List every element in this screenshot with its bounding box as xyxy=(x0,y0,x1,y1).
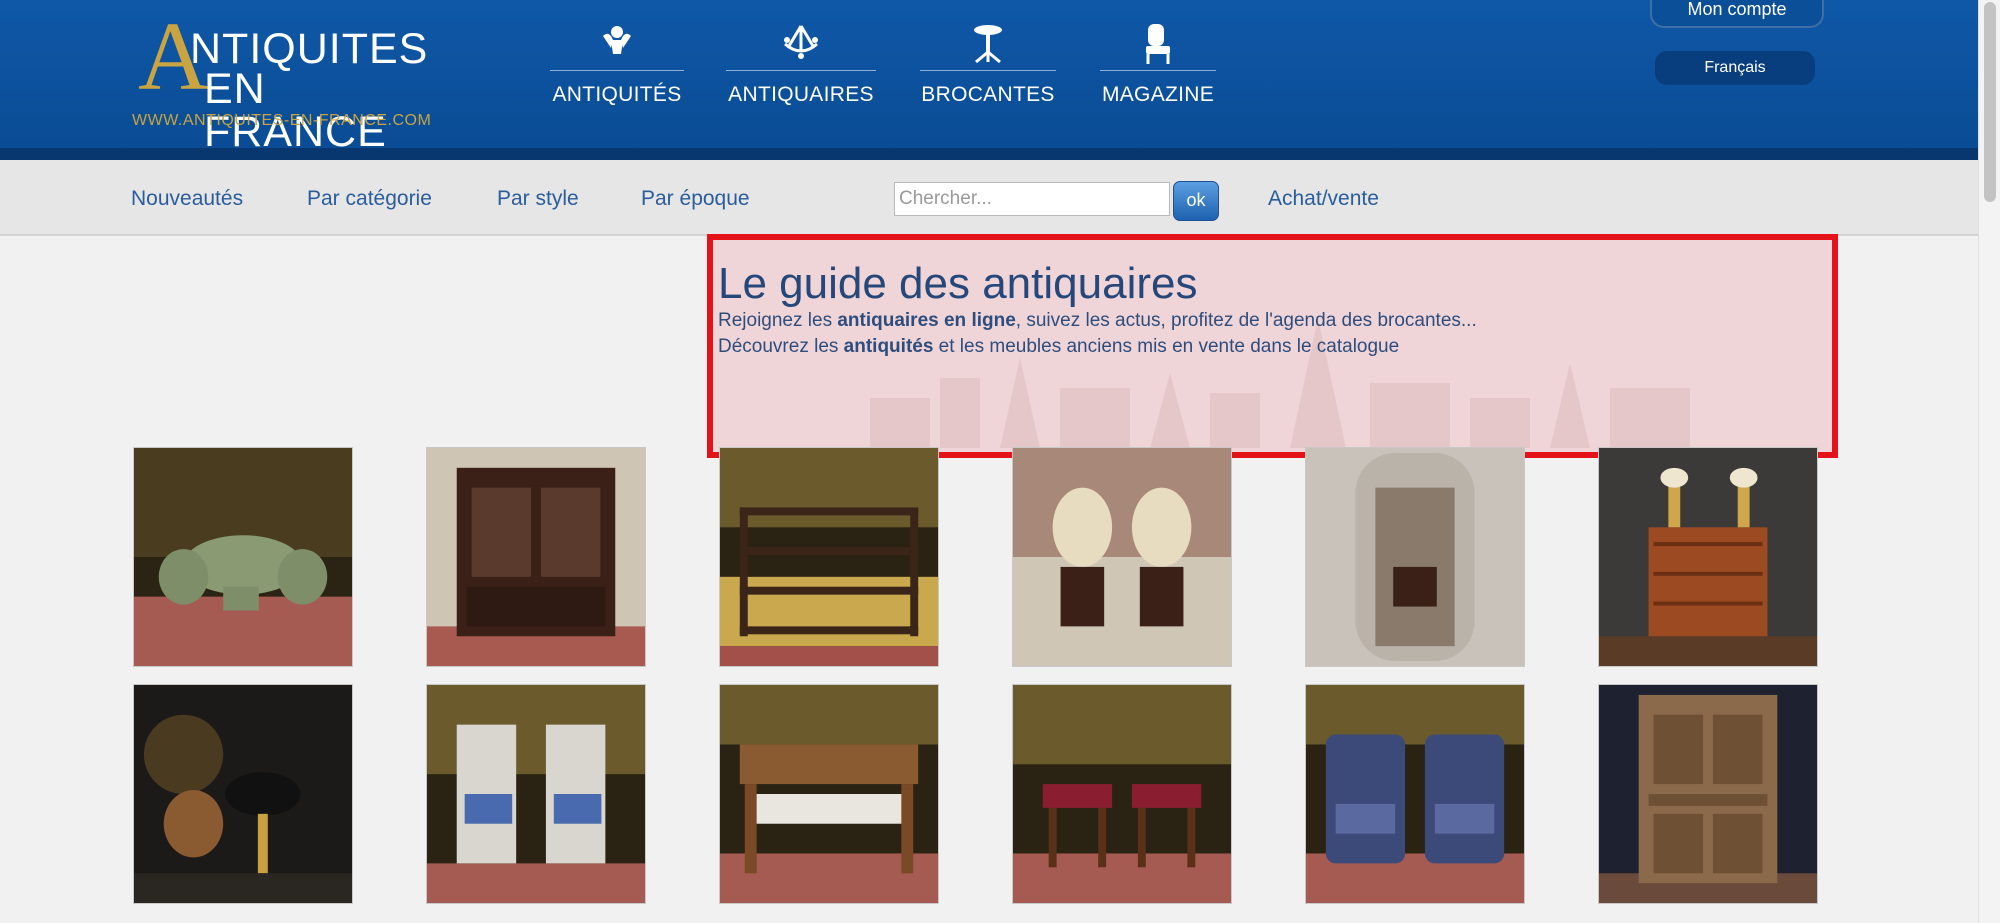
product-thumbnail[interactable] xyxy=(1598,447,1818,667)
hero-text-line-2: Découvrez les antiquités et les meubles … xyxy=(718,336,1399,358)
hero-text-1a: Rejoignez les xyxy=(718,310,838,331)
product-thumbnail[interactable] xyxy=(426,684,646,904)
logo-url: WWW.ANTIQUITES-EN-FRANCE.COM xyxy=(132,112,432,129)
nav-label: ANTIQUAIRES xyxy=(728,83,874,106)
nav-rule xyxy=(1100,70,1216,71)
nav-rule xyxy=(726,70,876,71)
page-title: Le guide des antiquaires xyxy=(718,259,1198,308)
nav-rule xyxy=(920,70,1056,71)
product-thumbnail[interactable] xyxy=(133,684,353,904)
product-thumbnail[interactable] xyxy=(1012,447,1232,667)
hero-text-2c: et les meubles anciens mis en vente dans… xyxy=(933,336,1400,357)
product-thumbnail[interactable] xyxy=(426,447,646,667)
subnav-by-category[interactable]: Par catégorie xyxy=(307,187,432,211)
nav-label: BROCANTES xyxy=(921,83,1055,106)
search-input[interactable] xyxy=(894,182,1170,216)
my-account-button[interactable]: Mon compte xyxy=(1650,0,1824,28)
hero-text-1c: , suivez les actus, profitez de l'agenda… xyxy=(1015,310,1477,331)
nav-brocantes[interactable]: BROCANTES xyxy=(920,22,1056,112)
scrollbar-thumb[interactable] xyxy=(1984,2,1996,202)
product-thumbnail[interactable] xyxy=(1305,684,1525,904)
subnav-new-items[interactable]: Nouveautés xyxy=(131,187,243,211)
nav-antiquaires[interactable]: ANTIQUAIRES xyxy=(726,22,876,112)
site-header: A NTIQUITES EN FRANCE WWW.ANTIQUITES-EN-… xyxy=(0,0,1978,160)
nav-label: ANTIQUITÉS xyxy=(552,83,682,106)
subnav-by-period[interactable]: Par époque xyxy=(641,187,750,211)
armchair-icon xyxy=(1100,22,1216,66)
hero-text-line-1: Rejoignez les antiquaires en ligne, suiv… xyxy=(718,310,1477,332)
product-thumbnail[interactable] xyxy=(719,684,939,904)
antiquites-link[interactable]: antiquités xyxy=(844,336,934,357)
product-thumbnail[interactable] xyxy=(719,447,939,667)
chandelier-icon xyxy=(726,22,876,66)
search-button[interactable]: ok xyxy=(1173,181,1219,221)
pedestal-table-icon xyxy=(920,22,1056,66)
nav-label: MAGAZINE xyxy=(1101,83,1215,106)
page-scrollbar[interactable] xyxy=(1978,0,2000,923)
nav-magazine[interactable]: MAGAZINE xyxy=(1100,22,1216,112)
subnav-buy-sell[interactable]: Achat/vente xyxy=(1268,187,1379,211)
product-thumbnail[interactable] xyxy=(133,447,353,667)
product-thumbnail[interactable] xyxy=(1598,684,1818,904)
cherub-icon xyxy=(550,22,684,66)
subnav-by-style[interactable]: Par style xyxy=(497,187,579,211)
nav-antiquites[interactable]: ANTIQUITÉS xyxy=(550,22,684,112)
language-selector[interactable]: Français xyxy=(1655,51,1815,85)
site-logo[interactable]: A NTIQUITES EN FRANCE WWW.ANTIQUITES-EN-… xyxy=(130,8,440,154)
nav-rule xyxy=(550,70,684,71)
product-thumbnail[interactable] xyxy=(1012,684,1232,904)
antiquaires-en-ligne-link[interactable]: antiquaires en ligne xyxy=(837,310,1015,331)
product-thumbnail[interactable] xyxy=(1305,447,1525,667)
logo-line2: EN FRANCE xyxy=(204,65,387,156)
secondary-nav: Nouveautés Par catégorie Par style Par é… xyxy=(0,160,1978,236)
hero-text-2a: Découvrez les xyxy=(718,336,844,357)
